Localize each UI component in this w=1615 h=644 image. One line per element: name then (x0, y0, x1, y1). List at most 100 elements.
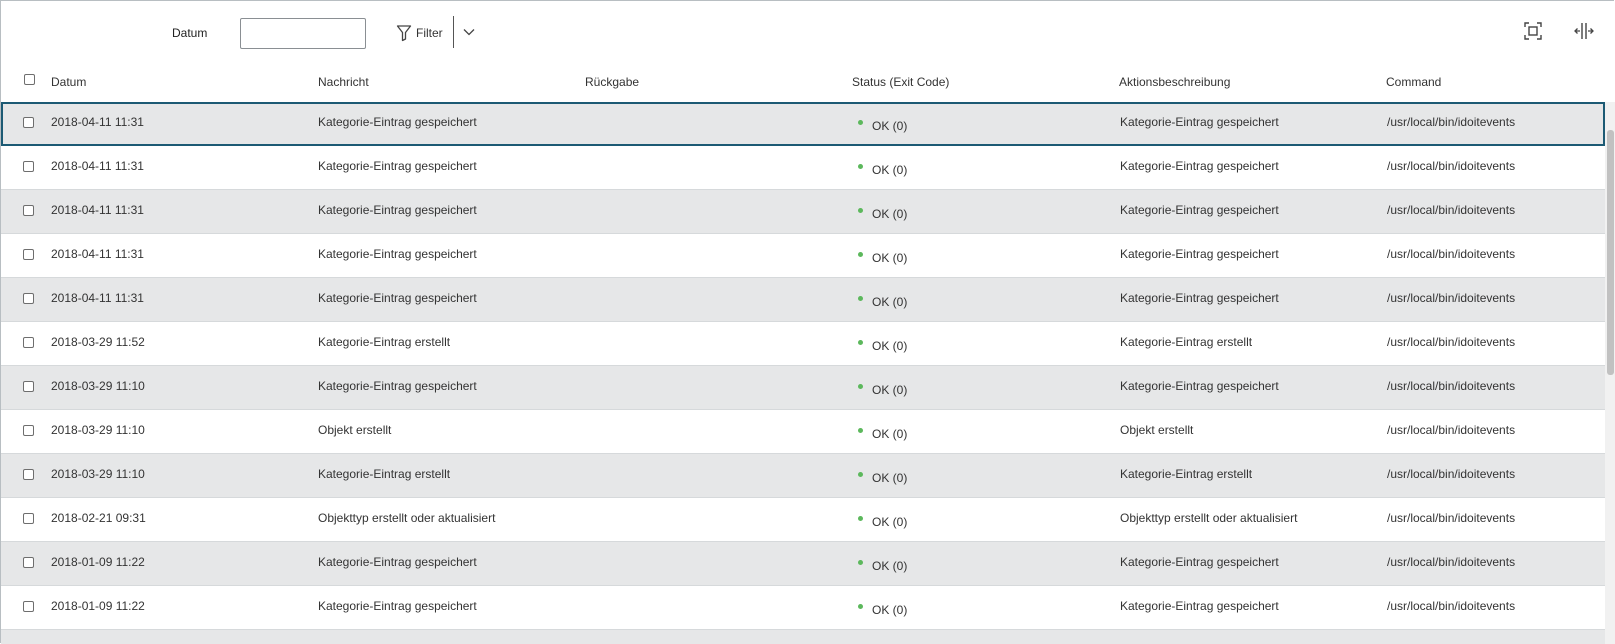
table-header: Datum Nachricht Rückgabe Status (Exit Co… (0, 66, 1605, 102)
date-filter-label: Datum (172, 26, 208, 40)
cell-command: /usr/local/bin/idoitevents (1387, 423, 1516, 437)
table-row[interactable] (1, 630, 1605, 644)
cell-command: /usr/local/bin/idoitevents (1387, 511, 1516, 525)
row-checkbox[interactable] (23, 469, 34, 480)
row-checkbox[interactable] (23, 293, 34, 304)
cell-date: 2018-04-11 11:31 (51, 291, 144, 305)
table-row[interactable]: 2018-04-11 11:31 Kategorie-Eintrag gespei… (1, 234, 1605, 278)
table-row[interactable]: 2018-03-29 11:52 Kategorie-Eintrag erstel… (1, 322, 1605, 366)
row-checkbox[interactable] (23, 425, 34, 436)
cell-action: Kategorie-Eintrag gespeichert (1120, 247, 1279, 261)
row-checkbox[interactable] (23, 337, 34, 348)
cell-command: /usr/local/bin/idoitevents (1387, 379, 1516, 393)
cell-command: /usr/local/bin/idoitevents (1387, 599, 1516, 613)
cell-status-text: OK (0) (872, 515, 908, 529)
cell-status: OK (0) (858, 559, 907, 573)
cell-command: /usr/local/bin/idoitevents (1387, 159, 1516, 173)
column-header-command[interactable]: Command (1386, 75, 1441, 89)
table-row[interactable]: 2018-03-29 11:10 Kategorie-Eintrag gespei… (1, 366, 1605, 410)
date-filter-input[interactable] (240, 18, 366, 49)
row-checkbox[interactable] (23, 513, 34, 524)
cell-action: Kategorie-Eintrag gespeichert (1120, 203, 1279, 217)
table-row[interactable]: 2018-01-09 11:22 Kategorie-Eintrag gespei… (1, 586, 1605, 630)
cell-message: Kategorie-Eintrag erstellt (318, 335, 451, 349)
cell-command: /usr/local/bin/idoitevents (1387, 115, 1516, 129)
cell-status: OK (0) (858, 295, 907, 309)
filter-icon (396, 24, 412, 42)
cell-command: /usr/local/bin/idoitevents (1387, 335, 1516, 349)
cell-status: OK (0) (858, 251, 907, 265)
cell-command: /usr/local/bin/idoitevents (1387, 247, 1516, 261)
cell-message: Objekttyp erstellt oder aktualisiert (318, 511, 496, 525)
cell-action: Kategorie-Eintrag gespeichert (1120, 555, 1279, 569)
cell-action: Kategorie-Eintrag gespeichert (1120, 599, 1279, 613)
status-ok-indicator (858, 340, 863, 345)
table-row[interactable]: 2018-01-09 11:22 Kategorie-Eintrag gespei… (1, 542, 1605, 586)
cell-action: Kategorie-Eintrag gespeichert (1120, 159, 1279, 173)
cell-action: Kategorie-Eintrag gespeichert (1120, 115, 1279, 129)
status-ok-indicator (858, 120, 863, 125)
status-ok-indicator (858, 516, 863, 521)
scrollbar-thumb[interactable] (1607, 130, 1614, 375)
cell-message: Kategorie-Eintrag gespeichert (318, 203, 477, 217)
filter-dropdown-button[interactable] (460, 22, 478, 42)
fullscreen-button[interactable] (1521, 20, 1545, 44)
cell-status: OK (0) (858, 339, 907, 353)
cell-action: Kategorie-Eintrag gespeichert (1120, 291, 1279, 305)
cell-status-text: OK (0) (872, 427, 908, 441)
cell-message: Kategorie-Eintrag gespeichert (318, 291, 477, 305)
row-checkbox[interactable] (23, 601, 34, 612)
status-ok-indicator (858, 560, 863, 565)
cell-status-text: OK (0) (872, 383, 908, 397)
cell-date: 2018-04-11 11:31 (51, 159, 144, 173)
column-header-aktionsbeschreibung[interactable]: Aktionsbeschreibung (1119, 75, 1230, 89)
cell-date: 2018-03-29 11:10 (51, 423, 145, 437)
status-ok-indicator (858, 384, 863, 389)
table-row[interactable]: 2018-04-11 11:31 Kategorie-Eintrag gespei… (1, 278, 1605, 322)
row-checkbox[interactable] (23, 249, 34, 260)
cell-status-text: OK (0) (872, 251, 908, 265)
status-ok-indicator (858, 428, 863, 433)
row-checkbox[interactable] (23, 161, 34, 172)
cell-action: Kategorie-Eintrag erstellt (1120, 335, 1253, 349)
status-ok-indicator (858, 164, 863, 169)
table-row[interactable]: 2018-02-21 09:31 Objekttyp erstellt oder … (1, 498, 1605, 542)
cell-command: /usr/local/bin/idoitevents (1387, 203, 1516, 217)
column-settings-button[interactable] (1572, 20, 1596, 44)
column-header-rueckgabe[interactable]: Rückgabe (585, 75, 639, 89)
row-checkbox[interactable] (23, 205, 34, 216)
status-ok-indicator (858, 296, 863, 301)
toolbar: Datum Filter (0, 0, 1615, 66)
fullscreen-icon (1524, 21, 1542, 43)
table-row[interactable]: 2018-04-11 11:31 Kategorie-Eintrag gespei… (1, 190, 1605, 234)
row-checkbox[interactable] (23, 557, 34, 568)
table-row[interactable]: 2018-04-11 11:31 Kategorie-Eintrag gespei… (1, 102, 1605, 146)
status-ok-indicator (858, 252, 863, 257)
cell-action: Kategorie-Eintrag erstellt (1120, 467, 1253, 481)
status-ok-indicator (858, 472, 863, 477)
cell-date: 2018-02-21 09:31 (51, 511, 146, 525)
select-all-checkbox[interactable] (24, 74, 35, 85)
cell-message: Kategorie-Eintrag gespeichert (318, 599, 477, 613)
filter-button[interactable]: Filter (396, 20, 443, 46)
cell-message: Objekt erstellt (318, 423, 392, 437)
cell-status-text: OK (0) (872, 207, 908, 221)
table-row[interactable]: 2018-03-29 11:10 Objekt erstellt OK (0) Obj… (1, 410, 1605, 454)
cell-date: 2018-03-29 11:10 (51, 467, 145, 481)
table-row[interactable]: 2018-04-11 11:31 Kategorie-Eintrag gespei… (1, 146, 1605, 190)
cell-message: Kategorie-Eintrag gespeichert (318, 379, 477, 393)
table-row[interactable]: 2018-03-29 11:10 Kategorie-Eintrag erstel… (1, 454, 1605, 498)
row-checkbox[interactable] (23, 381, 34, 392)
column-header-datum[interactable]: Datum (51, 75, 86, 89)
cell-status-text: OK (0) (872, 471, 908, 485)
cell-message: Kategorie-Eintrag erstellt (318, 467, 451, 481)
cell-status: OK (0) (858, 163, 907, 177)
row-checkbox[interactable] (23, 117, 34, 128)
cell-status: OK (0) (858, 119, 907, 133)
cell-date: 2018-03-29 11:52 (51, 335, 145, 349)
column-header-status[interactable]: Status (Exit Code) (852, 75, 949, 89)
cell-status-text: OK (0) (872, 163, 908, 177)
cell-message: Kategorie-Eintrag gespeichert (318, 247, 477, 261)
cell-status: OK (0) (858, 427, 907, 441)
column-header-nachricht[interactable]: Nachricht (318, 75, 369, 89)
